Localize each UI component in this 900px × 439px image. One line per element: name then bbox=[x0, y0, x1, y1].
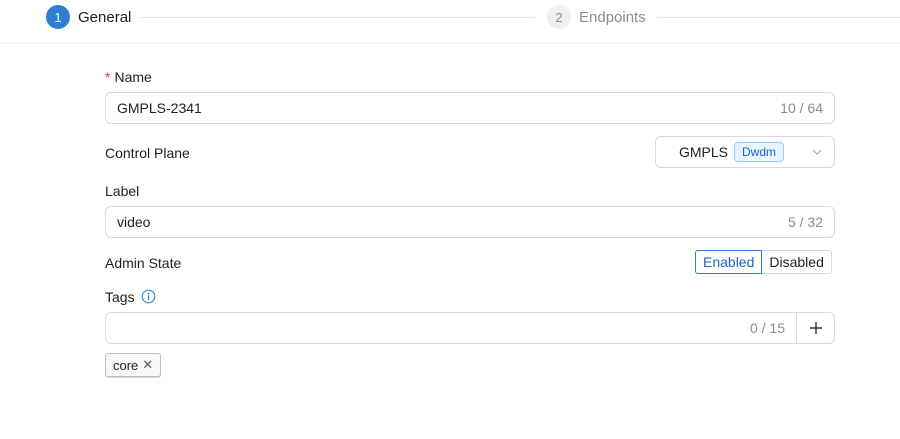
step-endpoints[interactable]: 2 Endpoints bbox=[547, 5, 646, 29]
admin-state-enabled-button[interactable]: Enabled bbox=[695, 250, 763, 274]
info-icon[interactable] bbox=[141, 289, 156, 304]
control-plane-select[interactable]: GMPLS Dwdm bbox=[655, 136, 835, 168]
tags-label-text: Tags bbox=[105, 289, 135, 305]
chevron-down-icon bbox=[812, 149, 822, 155]
tag-chip: core ✕ bbox=[105, 353, 162, 377]
label-char-counter: 5 / 32 bbox=[787, 214, 823, 230]
step-general[interactable]: 1 General bbox=[46, 5, 131, 29]
step-divider bbox=[657, 17, 900, 18]
label-field-label: Label bbox=[105, 183, 140, 199]
tags-input[interactable]: 0 / 15 bbox=[105, 312, 835, 344]
step-divider bbox=[140, 17, 535, 18]
step-label: General bbox=[78, 8, 132, 26]
name-label: * Name bbox=[105, 69, 152, 85]
steps-bar: 1 General 2 Endpoints bbox=[0, 0, 900, 44]
tags-counter: 0 / 15 bbox=[749, 320, 785, 336]
admin-state-disabled-button[interactable]: Disabled bbox=[762, 250, 832, 274]
admin-state-radio-group: Enabled Disabled bbox=[695, 250, 832, 274]
control-plane-value: GMPLS bbox=[679, 144, 729, 160]
step-label: Endpoints bbox=[579, 8, 646, 26]
control-plane-label: Control Plane bbox=[105, 145, 190, 161]
name-char-counter: 10 / 64 bbox=[780, 100, 823, 116]
label-input[interactable]: video 5 / 32 bbox=[105, 206, 835, 238]
name-label-text: Name bbox=[114, 69, 152, 85]
label-input-value: video bbox=[117, 214, 151, 230]
required-mark: * bbox=[105, 69, 111, 85]
control-plane-badge: Dwdm bbox=[734, 142, 785, 162]
admin-state-label: Admin State bbox=[105, 255, 182, 271]
add-tag-button[interactable] bbox=[796, 313, 834, 343]
tag-chip-label: core bbox=[113, 357, 139, 373]
name-input[interactable]: GMPLS-2341 10 / 64 bbox=[105, 92, 835, 124]
close-icon[interactable]: ✕ bbox=[142, 357, 153, 373]
tags-label: Tags bbox=[105, 289, 156, 305]
plus-icon bbox=[809, 322, 822, 334]
step-number: 1 bbox=[46, 5, 70, 29]
name-input-value: GMPLS-2341 bbox=[117, 100, 202, 116]
step-number: 2 bbox=[547, 5, 571, 29]
